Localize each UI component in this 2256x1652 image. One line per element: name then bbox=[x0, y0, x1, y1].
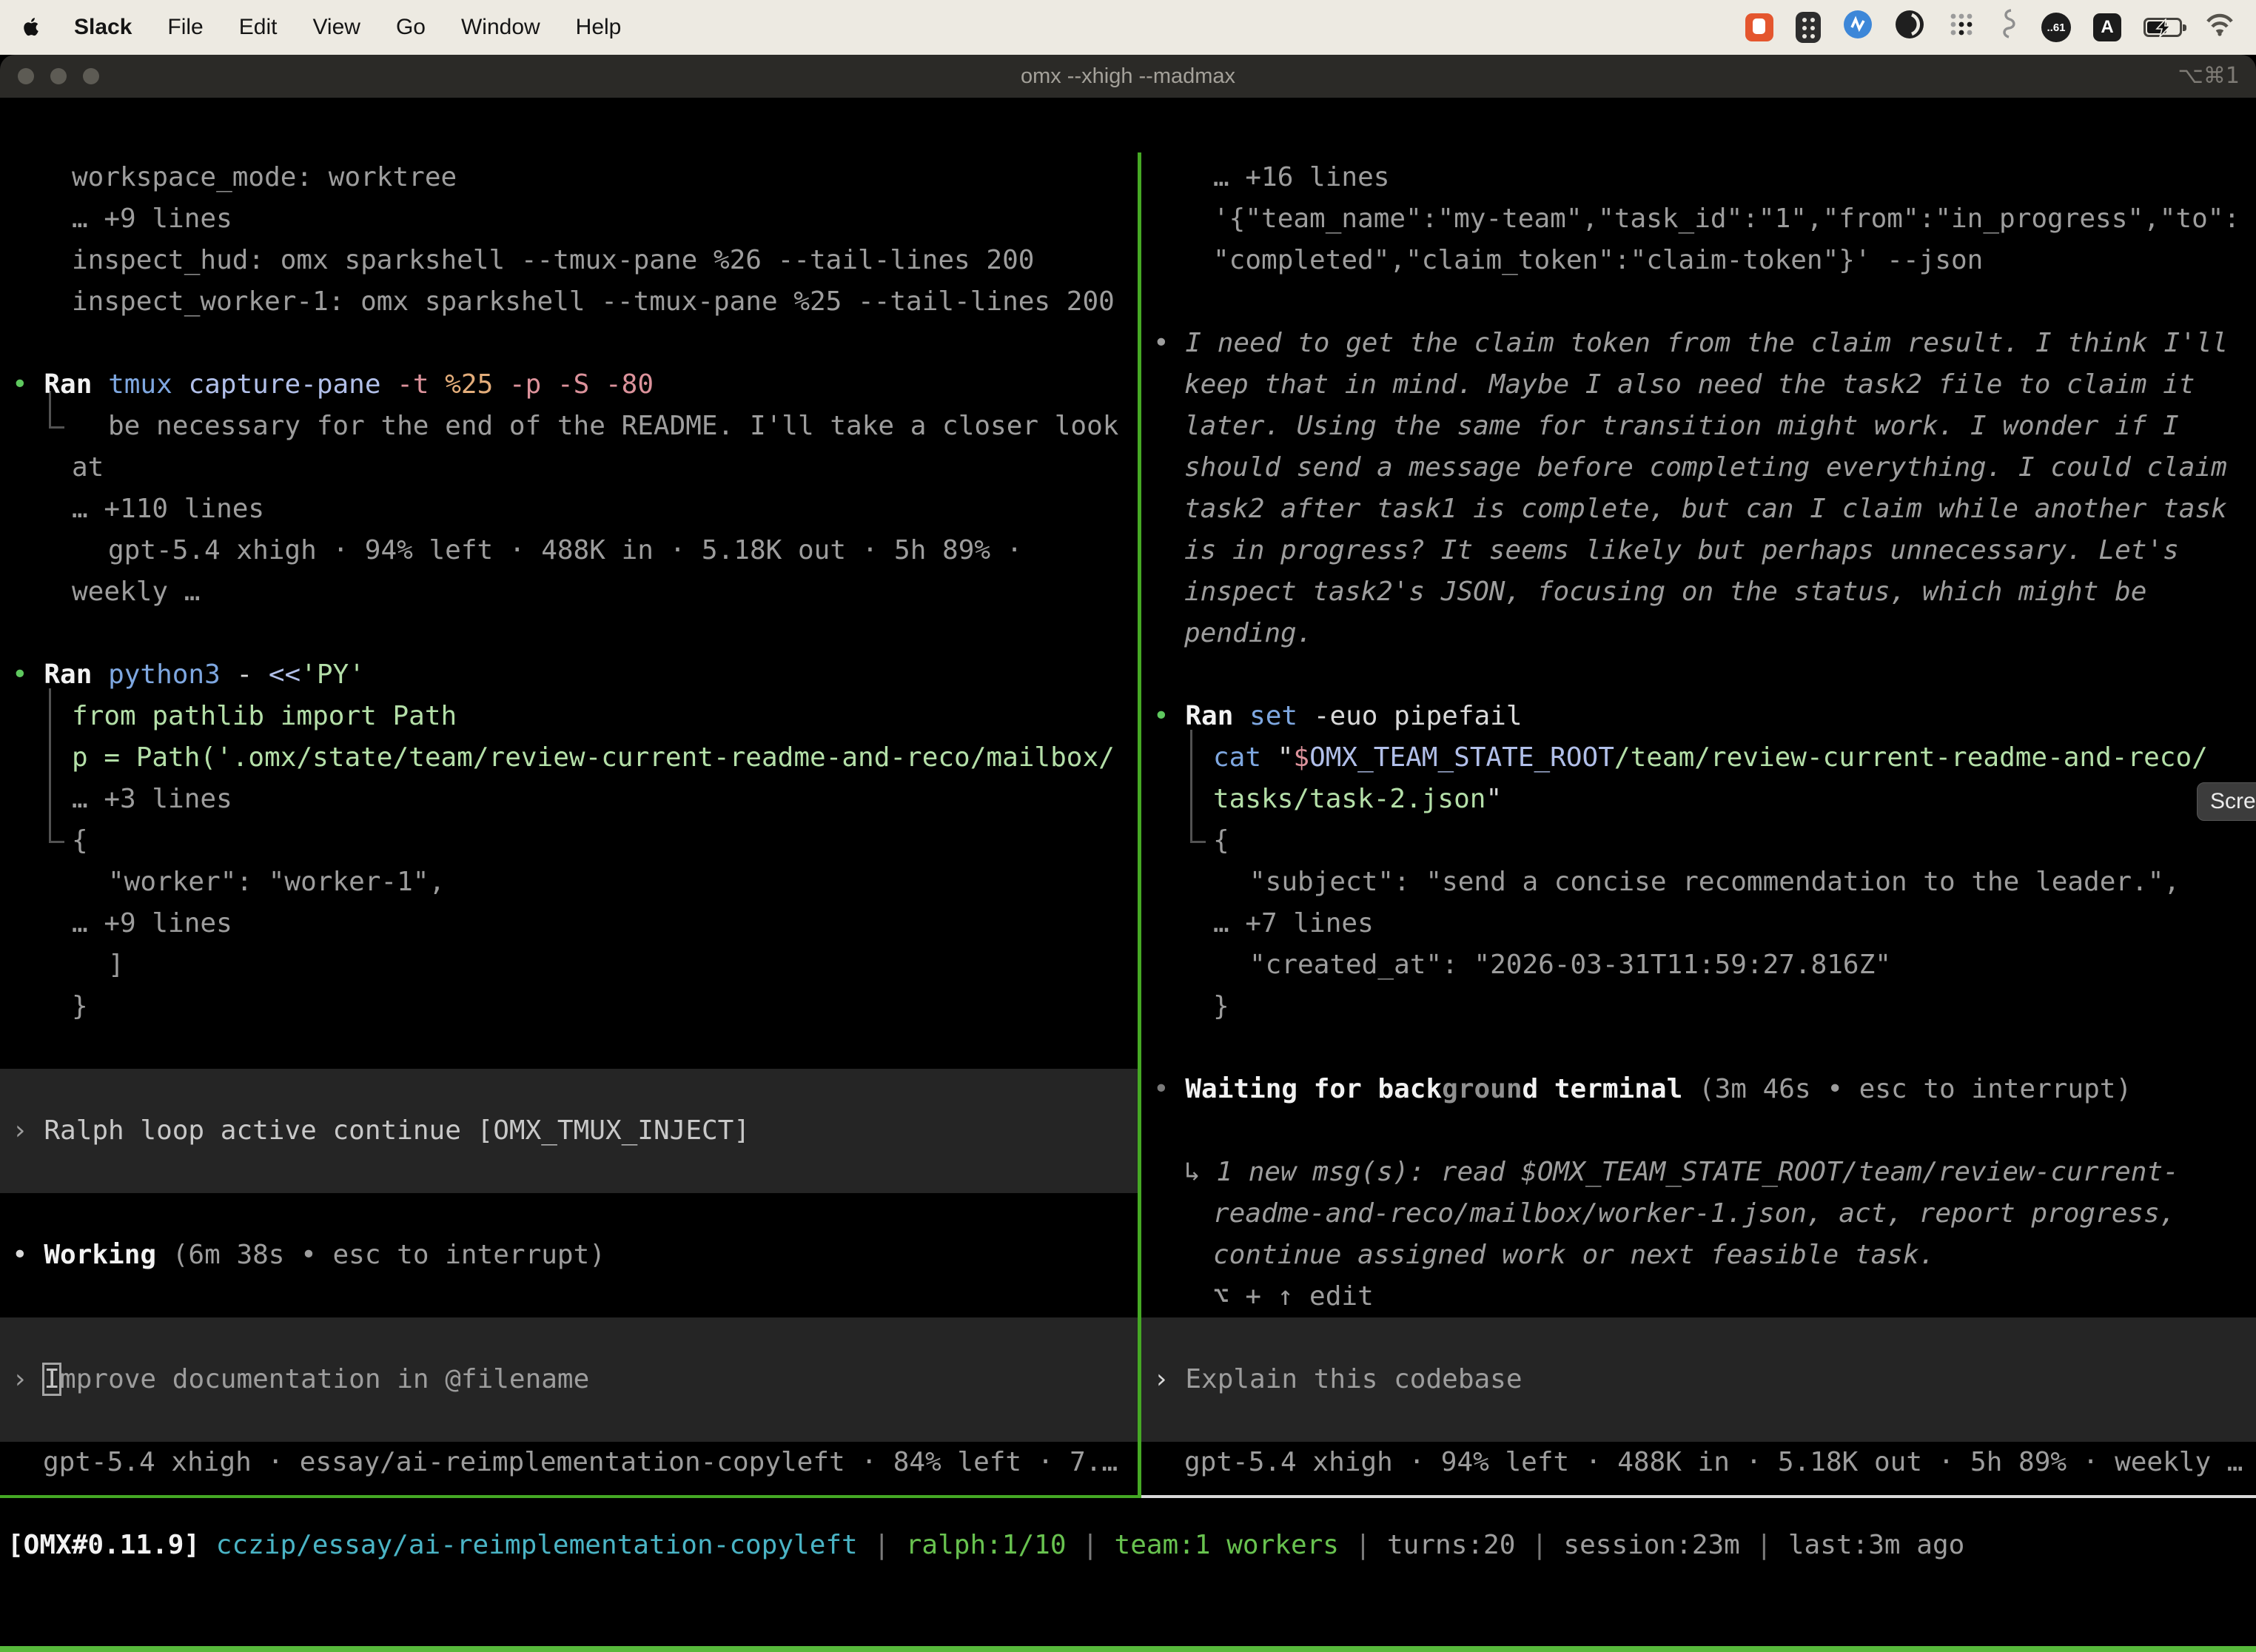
moon-icon[interactable] bbox=[1895, 10, 1924, 45]
terminal-row: "created_at": "2026-03-31T11:59:27.816Z" bbox=[1141, 944, 2256, 986]
terminal-row: inspect_worker-1: omx sparkshell --tmux-… bbox=[0, 281, 1138, 323]
terminal-row: › Explain this codebase bbox=[1141, 1359, 2256, 1400]
terminal-row: … +9 lines bbox=[0, 198, 1138, 240]
terminal-row: • I need to get the claim token from the… bbox=[1141, 323, 2256, 364]
terminal-row: … +7 lines bbox=[1141, 903, 2256, 944]
apps-grid-icon[interactable] bbox=[1947, 10, 1976, 45]
menu-item-window[interactable]: Window bbox=[461, 15, 540, 40]
terminal-row: • Ran tmux capture-pane -t %25 -p -S -80 bbox=[0, 364, 1138, 406]
window-title-bar: omx --xhigh --madmax ⌥⌘1 bbox=[0, 55, 2256, 98]
terminal-row: keep that in mind. Maybe I also need the… bbox=[1141, 364, 2256, 406]
terminal-row: at bbox=[0, 447, 1138, 488]
screen: Slack File Edit View Go Window Help bbox=[0, 0, 2256, 1652]
terminal-row: from pathlib import Path bbox=[0, 696, 1138, 737]
terminal-row: inspect_hud: omx sparkshell --tmux-pane … bbox=[0, 240, 1138, 281]
terminal-row: ⌥ + ↑ edit bbox=[1141, 1276, 2256, 1317]
menu-status-icons: ..61 A bbox=[1745, 8, 2235, 47]
terminal-row: [OMX#0.11.9] cczip/essay/ai-reimplementa… bbox=[7, 1525, 2256, 1566]
tmux-status-bar: [omx-cczip0:bash* "MacBook-Pro-44.local"… bbox=[0, 1646, 2256, 1652]
battery-icon[interactable] bbox=[2143, 18, 2182, 37]
terminal-row: • Working (6m 38s • esc to interrupt) bbox=[0, 1235, 1138, 1276]
input-source-icon[interactable]: A bbox=[2093, 13, 2121, 41]
terminal-row: should send a message before completing … bbox=[1141, 447, 2256, 488]
terminal-row: { bbox=[0, 820, 1138, 862]
menu-app-name[interactable]: Slack bbox=[74, 15, 132, 40]
terminal-row: } bbox=[0, 986, 1138, 1027]
terminal-row: continue assigned work or next feasible … bbox=[1141, 1235, 2256, 1276]
terminal-row: weekly … bbox=[0, 571, 1138, 613]
terminal-row: cat "$OMX_TEAM_STATE_ROOT/team/review-cu… bbox=[1141, 737, 2256, 779]
terminal-row: gpt-5.4 xhigh · 94% left · 488K in · 5.1… bbox=[0, 530, 1138, 571]
terminal-row: • Ran python3 - <<'PY' bbox=[0, 654, 1138, 696]
terminal-row: inspect task2's JSON, focusing on the st… bbox=[1141, 571, 2256, 613]
terminal-row: … +110 lines bbox=[0, 488, 1138, 530]
window-shortcut-hint: ⌥⌘1 bbox=[2178, 55, 2240, 98]
hud-area: [OMX#0.11.9] cczip/essay/ai-reimplementa… bbox=[7, 1520, 2256, 1609]
terminal-row: gpt-5.4 xhigh · essay/ai-reimplementatio… bbox=[0, 1442, 1138, 1483]
terminal-row: task2 after task1 is complete, but can I… bbox=[1141, 488, 2256, 530]
menu-item-edit[interactable]: Edit bbox=[239, 15, 278, 40]
terminal-row: • Ran set -euo pipefail bbox=[1141, 696, 2256, 737]
terminal-row: … +9 lines bbox=[0, 903, 1138, 944]
terminal-row: › Ralph loop active continue [OMX_TMUX_I… bbox=[0, 1110, 1138, 1152]
menu-item-go[interactable]: Go bbox=[396, 15, 426, 40]
terminal-row: is in progress? It seems likely but perh… bbox=[1141, 530, 2256, 571]
terminal-row: tasks/task-2.json" bbox=[1141, 779, 2256, 820]
terminal-row: "worker": "worker-1", bbox=[0, 862, 1138, 903]
passcode-grid-icon[interactable] bbox=[1796, 12, 1821, 43]
tmux-host-clock: "MacBook-Pro-44.local" 05:03 31-Mar-26 bbox=[1640, 1646, 2250, 1652]
terminal-row: ] bbox=[0, 944, 1138, 986]
terminal-row: "completed","claim_token":"claim-token"}… bbox=[1141, 240, 2256, 281]
terminal-row: be necessary for the end of the README. … bbox=[0, 406, 1138, 447]
terminal-row: } bbox=[1141, 986, 2256, 1027]
tmux-session-label: [omx-cczip0:bash* bbox=[7, 1646, 280, 1652]
left-pane-bottom-border bbox=[0, 1495, 1141, 1498]
screen-recording-icon[interactable] bbox=[1745, 13, 1773, 41]
menu-bar: Slack File Edit View Go Window Help bbox=[0, 0, 2256, 55]
terminal-row: … +16 lines bbox=[1141, 157, 2256, 198]
terminal-row: › Improve documentation in @filename bbox=[0, 1359, 1138, 1400]
screen-overlay-tooltip: Scre bbox=[2197, 782, 2256, 821]
terminal-row: gpt-5.4 xhigh · 94% left · 488K in · 5.1… bbox=[1141, 1442, 2256, 1483]
terminal-row: readme-and-reco/mailbox/worker-1.json, a… bbox=[1141, 1193, 2256, 1235]
menu-item-view[interactable]: View bbox=[312, 15, 360, 40]
left-pane[interactable]: workspace_mode: worktree… +9 linesinspec… bbox=[0, 152, 1138, 1495]
pane-divider[interactable] bbox=[1138, 152, 1141, 1495]
terminal-row: ↳ 1 new msg(s): read $OMX_TEAM_STATE_ROO… bbox=[1141, 1152, 2256, 1193]
right-pane[interactable]: … +16 lines'{"team_name":"my-team","task… bbox=[1141, 152, 2256, 1495]
terminal-row: pending. bbox=[1141, 613, 2256, 654]
terminal-row: "subject": "send a concise recommendatio… bbox=[1141, 862, 2256, 903]
right-pane-bottom-border bbox=[1141, 1495, 2256, 1498]
battery-percentage-badge[interactable]: ..61 bbox=[2041, 13, 2071, 42]
terminal-row: '{"team_name":"my-team","task_id":"1","f… bbox=[1141, 198, 2256, 240]
terminal-window: omx --xhigh --madmax ⌥⌘1 workspace_mode:… bbox=[0, 55, 2256, 1652]
menu-item-help[interactable]: Help bbox=[576, 15, 622, 40]
terminal-row: { bbox=[1141, 820, 2256, 862]
window-title: omx --xhigh --madmax bbox=[0, 55, 2256, 98]
terminal-row: • Waiting for background terminal (3m 46… bbox=[1141, 1069, 2256, 1110]
squiggle-icon[interactable] bbox=[1998, 8, 2019, 47]
terminal-row: p = Path('.omx/state/team/review-current… bbox=[0, 737, 1138, 779]
terminal-row: workspace_mode: worktree bbox=[0, 157, 1138, 198]
terminal-row: … +3 lines bbox=[0, 779, 1138, 820]
wifi-icon[interactable] bbox=[2204, 12, 2235, 43]
network-pulse-icon[interactable] bbox=[1843, 10, 1873, 45]
apple-menu-icon[interactable] bbox=[21, 14, 43, 41]
menu-item-file[interactable]: File bbox=[167, 15, 203, 40]
terminal-row: later. Using the same for transition mig… bbox=[1141, 406, 2256, 447]
